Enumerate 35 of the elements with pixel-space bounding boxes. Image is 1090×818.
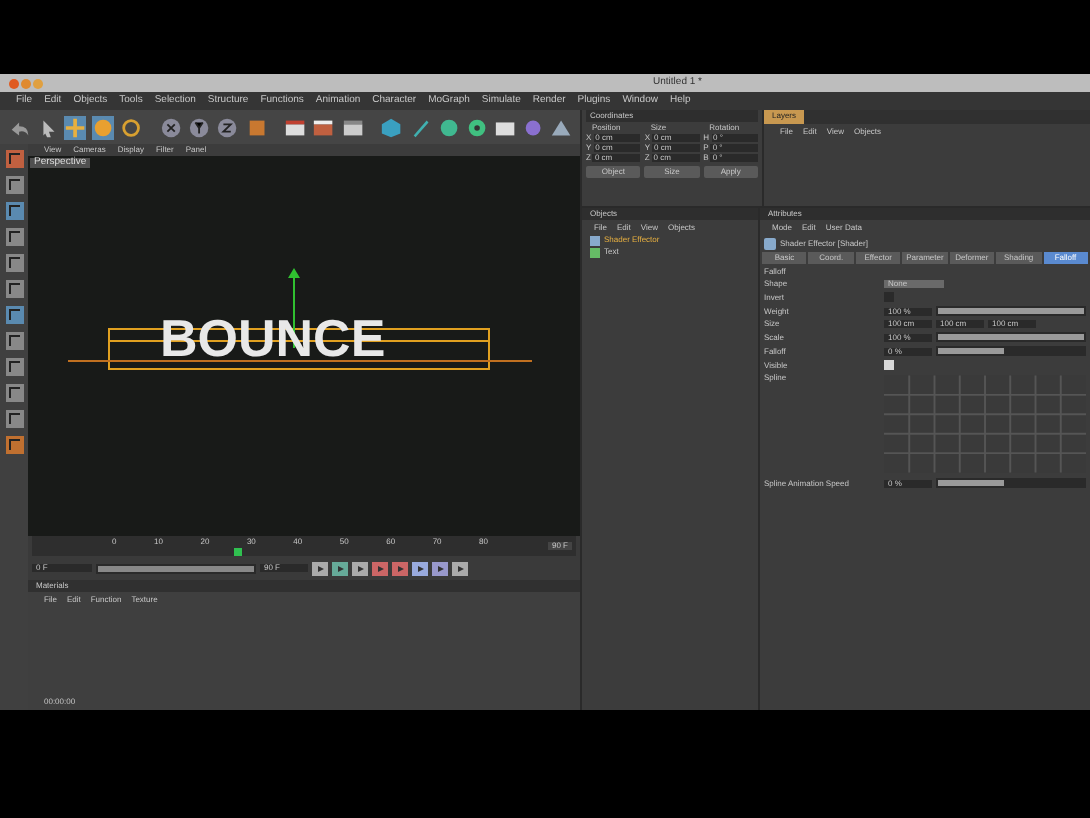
z-axis-icon[interactable] (216, 115, 240, 139)
play-control-icon[interactable] (452, 561, 468, 575)
checkbox[interactable] (884, 360, 894, 370)
mode-icon[interactable] (3, 148, 25, 170)
mode-icon[interactable] (3, 252, 25, 274)
mode-icon[interactable] (3, 382, 25, 404)
sphere-icon[interactable] (92, 115, 115, 139)
move-icon[interactable] (64, 115, 87, 139)
mode-icon[interactable] (3, 330, 25, 352)
play-control-icon[interactable] (372, 561, 388, 575)
play-control-icon[interactable] (352, 561, 368, 575)
mode-icon[interactable] (3, 356, 25, 378)
mode-icon[interactable] (3, 434, 25, 456)
mode-icon[interactable] (3, 200, 25, 222)
time-marker[interactable] (234, 548, 242, 556)
slider-track[interactable] (936, 478, 1086, 488)
effector-icon[interactable] (764, 237, 776, 249)
mode-icon[interactable] (3, 304, 25, 326)
mode-icon[interactable] (3, 278, 25, 300)
play-control-icon[interactable] (332, 561, 348, 575)
effector-icon[interactable] (590, 235, 600, 245)
sphere-icon[interactable] (437, 115, 460, 139)
text-object-icon[interactable] (590, 247, 600, 257)
play-control-icon[interactable] (392, 561, 408, 575)
x-axis-icon[interactable] (160, 115, 183, 139)
play-control-icon[interactable] (312, 561, 328, 575)
mode-icon[interactable] (3, 408, 25, 430)
rotate-icon[interactable] (120, 115, 143, 139)
play-control-icon[interactable] (412, 561, 428, 575)
mode-icon[interactable] (3, 174, 25, 196)
play-control-icon[interactable] (432, 561, 448, 575)
pen-icon[interactable] (409, 115, 432, 139)
y-axis-icon[interactable] (188, 115, 211, 139)
slider-track[interactable] (936, 346, 1086, 356)
mode-icon[interactable] (3, 226, 25, 248)
